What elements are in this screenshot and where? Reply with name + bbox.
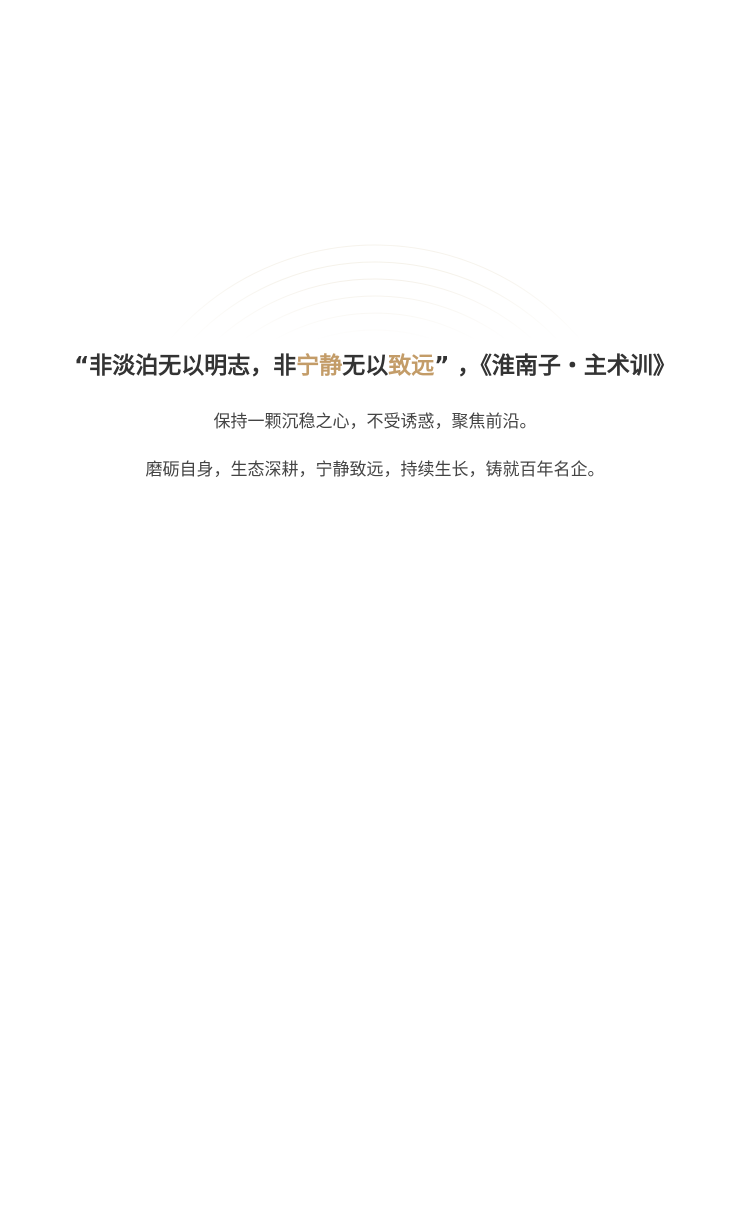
close-quote-mark: ” — [434, 353, 450, 379]
motto-highlight-far-reaching: 致远 — [388, 353, 435, 379]
motto-text-part1: 非淡泊无以明志，非 — [89, 353, 297, 379]
subtitle-line-2: 磨砺自身，生态深耕，宁静致远，持续生长，铸就百年名企。 — [145, 460, 605, 480]
motto-quote: “非淡泊无以明志，非宁静无以致远” ，《淮南子・主术训》 — [0, 348, 750, 384]
subtitle-line-1: 保持一颗沉稳之心，不受诱惑，聚焦前沿。 — [213, 412, 537, 432]
decorative-concentric-arcs — [0, 120, 750, 340]
motto-separator: ， — [449, 353, 481, 379]
motto-highlight-tranquility: 宁静 — [296, 353, 343, 379]
motto-text-part2: 无以 — [342, 353, 389, 379]
motto-source: 《淮南子・主术训》 — [480, 353, 676, 379]
open-quote-mark: “ — [74, 353, 90, 379]
